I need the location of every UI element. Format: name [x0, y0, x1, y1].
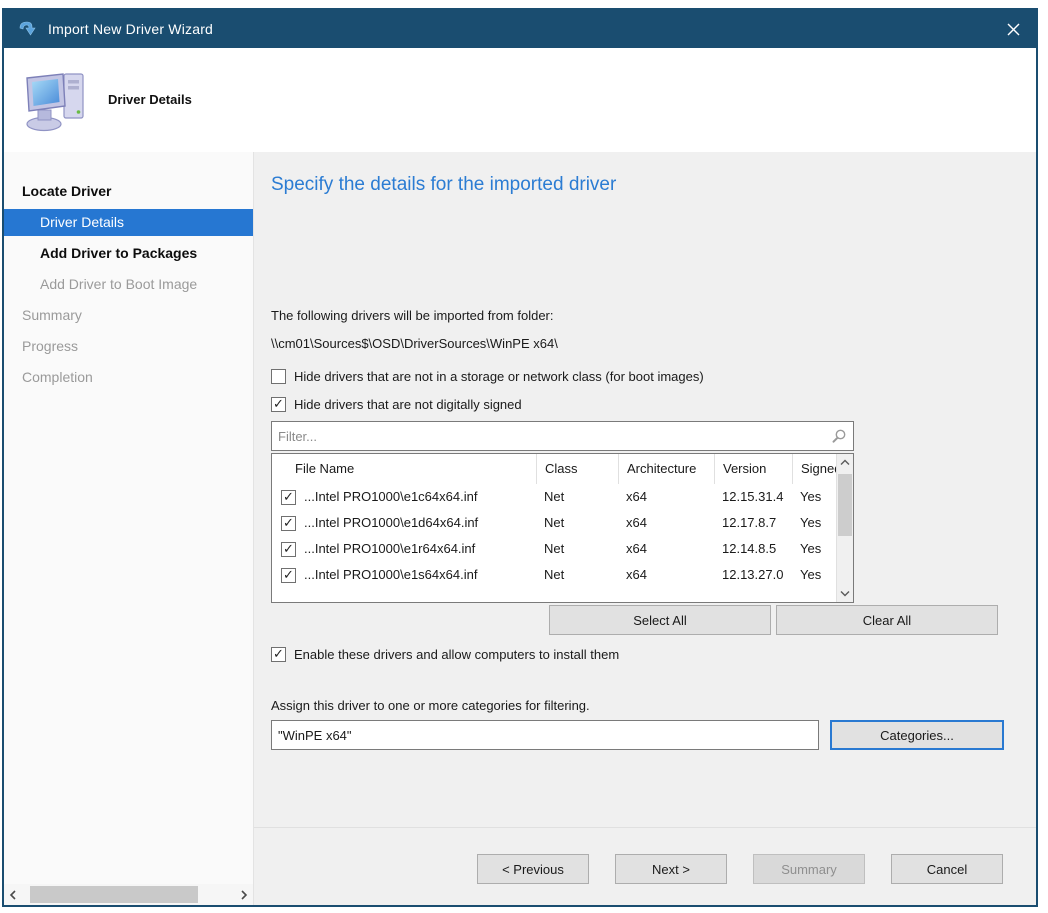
- row-version: 12.17.8.7: [714, 510, 792, 536]
- row-architecture: x64: [618, 562, 714, 588]
- wizard-steps-list: Locate Driver Driver Details Add Driver …: [4, 152, 253, 393]
- table-row[interactable]: ✓ ...Intel PRO1000\e1c64x64.inf Net x64 1…: [272, 484, 853, 510]
- categories-button[interactable]: Categories...: [830, 720, 1004, 750]
- hide-unsigned-checkbox-row: ✓ Hide drivers that are not digitally si…: [271, 397, 1036, 412]
- title-bar: Import New Driver Wizard: [4, 10, 1036, 48]
- row-class: Net: [536, 536, 618, 562]
- table-row[interactable]: ✓ ...Intel PRO1000\e1r64x64.inf Net x64 1…: [272, 536, 853, 562]
- wizard-header: Driver Details: [4, 48, 1036, 152]
- page-heading: Specify the details for the imported dri…: [271, 174, 1036, 196]
- computer-icon: [24, 66, 90, 139]
- filter-input[interactable]: [278, 429, 831, 444]
- wizard-window: Import New Driver Wizard: [2, 8, 1038, 907]
- hide-storage-network-checkbox[interactable]: [271, 369, 286, 384]
- select-all-button[interactable]: Select All: [549, 605, 771, 635]
- main-panel: Specify the details for the imported dri…: [254, 152, 1036, 905]
- scroll-up-icon[interactable]: [837, 454, 853, 471]
- page-title: Driver Details: [108, 92, 192, 107]
- row-file-name: ...Intel PRO1000\e1c64x64.inf: [304, 484, 477, 510]
- row-checkbox[interactable]: ✓: [281, 490, 296, 505]
- row-version: 12.14.8.5: [714, 536, 792, 562]
- row-architecture: x64: [618, 536, 714, 562]
- close-button[interactable]: [990, 10, 1036, 48]
- assign-categories-label: Assign this driver to one or more catego…: [271, 698, 1036, 713]
- column-architecture[interactable]: Architecture: [618, 454, 714, 484]
- search-icon: [831, 428, 847, 444]
- hide-unsigned-label: Hide drivers that are not digitally sign…: [294, 397, 522, 412]
- row-file-name: ...Intel PRO1000\e1r64x64.inf: [304, 536, 475, 562]
- enable-drivers-checkbox[interactable]: ✓: [271, 647, 286, 662]
- scroll-left-icon[interactable]: [4, 884, 22, 905]
- row-checkbox[interactable]: ✓: [281, 542, 296, 557]
- window-title: Import New Driver Wizard: [48, 21, 213, 37]
- row-architecture: x64: [618, 484, 714, 510]
- row-checkbox[interactable]: ✓: [281, 516, 296, 531]
- clear-all-button[interactable]: Clear All: [776, 605, 998, 635]
- summary-button: Summary: [753, 854, 865, 884]
- step-driver-details[interactable]: Driver Details: [4, 209, 253, 236]
- wizard-footer: < Previous Next > Summary Cancel: [254, 827, 1036, 905]
- scrollbar-track[interactable]: [22, 884, 235, 905]
- step-locate-driver[interactable]: Locate Driver: [4, 176, 253, 207]
- wizard-steps-sidebar: Locate Driver Driver Details Add Driver …: [4, 152, 254, 905]
- next-button[interactable]: Next >: [615, 854, 727, 884]
- step-progress: Progress: [4, 331, 253, 362]
- row-version: 12.13.27.0: [714, 562, 792, 588]
- scrollbar-thumb[interactable]: [838, 474, 852, 536]
- import-arrow-icon: [16, 18, 38, 40]
- source-folder-path: \\cm01\Sources$\OSD\DriverSources\WinPE …: [271, 336, 1036, 351]
- table-header: File Name Class Architecture Version Sig…: [272, 454, 853, 484]
- column-version[interactable]: Version: [714, 454, 792, 484]
- row-class: Net: [536, 562, 618, 588]
- row-signed: Yes: [792, 484, 838, 510]
- step-add-driver-to-packages[interactable]: Add Driver to Packages: [4, 238, 253, 269]
- row-architecture: x64: [618, 510, 714, 536]
- sidebar-horizontal-scrollbar[interactable]: [4, 884, 253, 905]
- hide-storage-network-checkbox-row: Hide drivers that are not in a storage o…: [271, 369, 1036, 384]
- hide-storage-network-label: Hide drivers that are not in a storage o…: [294, 369, 704, 384]
- scrollbar-thumb[interactable]: [30, 886, 198, 903]
- row-signed: Yes: [792, 536, 838, 562]
- table-vertical-scrollbar[interactable]: [836, 454, 853, 602]
- hide-unsigned-checkbox[interactable]: ✓: [271, 397, 286, 412]
- row-file-name: ...Intel PRO1000\e1s64x64.inf: [304, 562, 477, 588]
- enable-drivers-checkbox-row: ✓ Enable these drivers and allow compute…: [271, 647, 1036, 662]
- cancel-button[interactable]: Cancel: [891, 854, 1003, 884]
- row-checkbox[interactable]: ✓: [281, 568, 296, 583]
- row-signed: Yes: [792, 510, 838, 536]
- row-class: Net: [536, 484, 618, 510]
- step-add-driver-to-boot-image: Add Driver to Boot Image: [4, 269, 253, 300]
- row-class: Net: [536, 510, 618, 536]
- filter-box: [271, 421, 854, 451]
- scroll-right-icon[interactable]: [235, 884, 253, 905]
- step-completion: Completion: [4, 362, 253, 393]
- row-file-name: ...Intel PRO1000\e1d64x64.inf: [304, 510, 478, 536]
- categories-input[interactable]: [271, 720, 819, 750]
- table-row[interactable]: ✓ ...Intel PRO1000\e1d64x64.inf Net x64 1…: [272, 510, 853, 536]
- scroll-down-icon[interactable]: [837, 585, 853, 602]
- step-summary: Summary: [4, 300, 253, 331]
- close-icon: [1007, 23, 1020, 36]
- table-row[interactable]: ✓ ...Intel PRO1000\e1s64x64.inf Net x64 1…: [272, 562, 853, 588]
- enable-drivers-label: Enable these drivers and allow computers…: [294, 647, 619, 662]
- drivers-table: File Name Class Architecture Version Sig…: [271, 453, 854, 603]
- column-file-name[interactable]: File Name: [272, 454, 536, 484]
- column-class[interactable]: Class: [536, 454, 618, 484]
- row-signed: Yes: [792, 562, 838, 588]
- previous-button[interactable]: < Previous: [477, 854, 589, 884]
- row-version: 12.15.31.4: [714, 484, 792, 510]
- column-signed[interactable]: Signed: [792, 454, 838, 484]
- intro-text: The following drivers will be imported f…: [271, 308, 1036, 323]
